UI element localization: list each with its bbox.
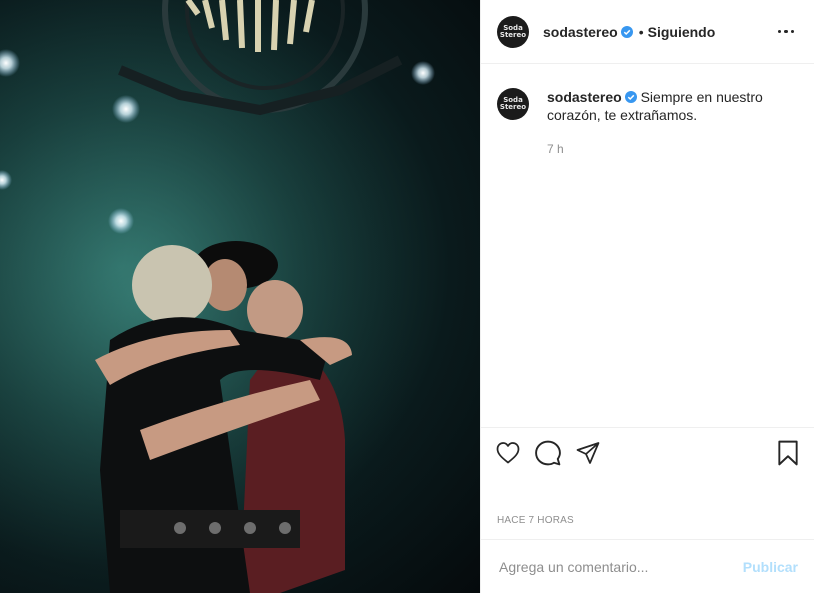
post-side-panel: Soda Stereo sodastereo • Siguiendo Soda St… <box>480 0 814 593</box>
username-link[interactable]: sodastereo <box>543 24 618 40</box>
caption-timestamp[interactable]: 7 h <box>547 140 798 158</box>
more-options-icon[interactable] <box>774 26 799 38</box>
comment-input[interactable] <box>497 557 743 576</box>
caption-avatar[interactable]: Soda Stereo <box>497 88 529 120</box>
avatar-logo-text: Soda Stereo <box>499 23 527 39</box>
caption-avatar-logo-text: Soda Stereo <box>499 96 527 111</box>
instagram-post-view: Soda Stereo sodastereo • Siguiendo Soda St… <box>0 0 814 593</box>
publish-button[interactable]: Publicar <box>743 559 798 575</box>
verified-badge-icon <box>620 25 633 38</box>
heart-icon[interactable] <box>495 441 521 465</box>
post-timestamp[interactable]: HACE 7 HORAS <box>497 515 574 526</box>
concert-photo-illustration <box>0 0 480 593</box>
post-header: Soda Stereo sodastereo • Siguiendo <box>481 0 814 64</box>
bookmark-icon[interactable] <box>776 440 800 466</box>
add-comment-bar: Publicar <box>481 539 814 593</box>
caption-comment: Soda Stereo sodastereo Siempre en nuestro… <box>481 64 814 158</box>
caption-username[interactable]: sodastereo <box>547 89 622 105</box>
following-button[interactable]: Siguiendo <box>648 24 716 40</box>
share-icon[interactable] <box>575 441 601 465</box>
separator-dot: • <box>638 23 644 40</box>
comment-icon[interactable] <box>535 440 561 466</box>
verified-badge-icon <box>624 91 637 103</box>
action-bar <box>481 427 814 477</box>
caption-body: sodastereo Siempre en nuestro corazón, t… <box>547 88 798 158</box>
post-photo[interactable] <box>0 0 480 593</box>
avatar[interactable]: Soda Stereo <box>497 15 529 48</box>
